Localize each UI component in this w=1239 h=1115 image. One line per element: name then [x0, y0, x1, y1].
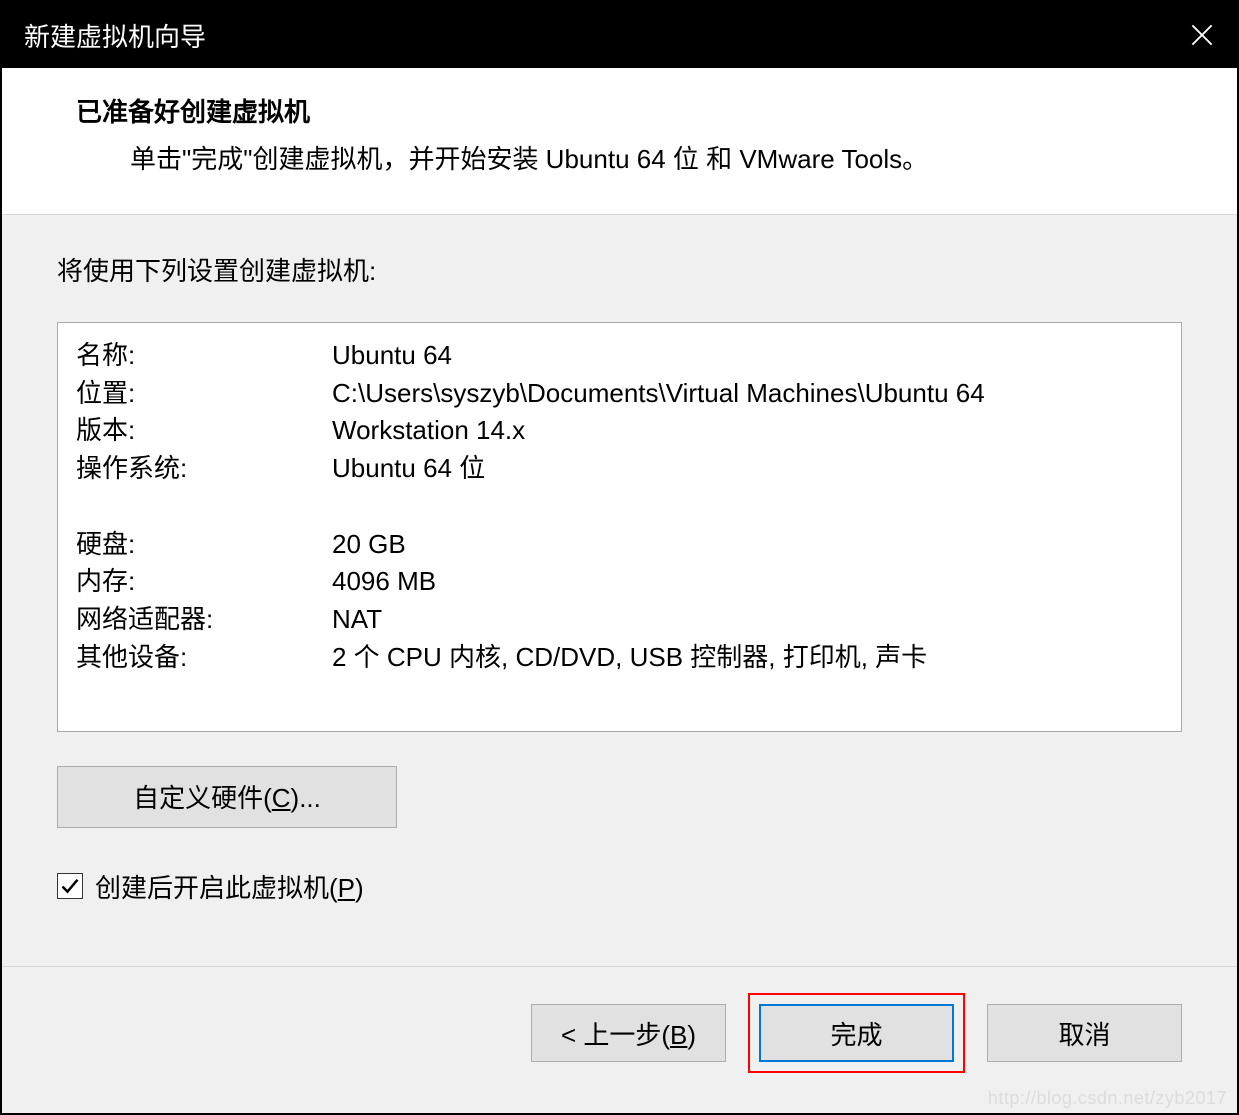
header-section: 已准备好创建虚拟机 单击"完成"创建虚拟机，并开始安装 Ubuntu 64 位 …: [2, 68, 1237, 215]
close-icon: [1191, 24, 1213, 46]
window-title: 新建虚拟机向导: [24, 17, 206, 54]
setting-label: 内存:: [76, 563, 332, 601]
setting-row-os: 操作系统: Ubuntu 64 位: [76, 450, 1163, 488]
setting-row-other: 其他设备: 2 个 CPU 内核, CD/DVD, USB 控制器, 打印机, …: [76, 639, 1163, 677]
button-label-key: B: [670, 1020, 687, 1050]
checkbox-label-prefix: 创建后开启此虚拟机(: [95, 873, 338, 903]
setting-row-location: 位置: C:\Users\syszyb\Documents\Virtual Ma…: [76, 375, 1163, 413]
customize-hardware-button[interactable]: 自定义硬件(C)...: [57, 766, 397, 828]
power-on-checkbox-row: 创建后开启此虚拟机(P): [57, 868, 1182, 905]
settings-summary-box: 名称: Ubuntu 64 位置: C:\Users\syszyb\Docume…: [57, 322, 1182, 732]
setting-row-version: 版本: Workstation 14.x: [76, 412, 1163, 450]
button-label-suffix: )...: [291, 783, 321, 813]
setting-value: Workstation 14.x: [332, 412, 1163, 450]
setting-value: NAT: [332, 601, 1163, 639]
setting-value: 20 GB: [332, 526, 1163, 564]
cancel-button[interactable]: 取消: [987, 1004, 1182, 1062]
content-section: 将使用下列设置创建虚拟机: 名称: Ubuntu 64 位置: C:\Users…: [2, 215, 1237, 966]
button-label-suffix: ): [687, 1020, 696, 1050]
setting-label: 位置:: [76, 375, 332, 413]
setting-label: 硬盘:: [76, 526, 332, 564]
content-intro: 将使用下列设置创建虚拟机:: [57, 251, 1182, 288]
footer-section: < 上一步(B) 完成 取消 http://blog.csdn.net/zyb2…: [2, 966, 1237, 1113]
checkbox-label-key: P: [338, 873, 355, 903]
close-button[interactable]: [1167, 2, 1237, 68]
titlebar: 新建虚拟机向导: [2, 2, 1237, 68]
watermark-text: http://blog.csdn.net/zyb2017: [988, 1088, 1227, 1109]
button-label-prefix: 自定义硬件(: [133, 783, 272, 813]
setting-label: 其他设备:: [76, 639, 332, 677]
setting-label: 名称:: [76, 337, 332, 375]
finish-button[interactable]: 完成: [759, 1004, 954, 1062]
setting-value: 2 个 CPU 内核, CD/DVD, USB 控制器, 打印机, 声卡: [332, 639, 1163, 677]
setting-label: 操作系统:: [76, 450, 332, 488]
setting-row-disk: 硬盘: 20 GB: [76, 526, 1163, 564]
power-on-checkbox[interactable]: [57, 873, 83, 899]
back-button[interactable]: < 上一步(B): [531, 1004, 726, 1062]
setting-row-network: 网络适配器: NAT: [76, 601, 1163, 639]
header-title: 已准备好创建虚拟机: [76, 92, 1237, 129]
finish-button-highlight: 完成: [748, 993, 965, 1073]
setting-row-name: 名称: Ubuntu 64: [76, 337, 1163, 375]
setting-label: 网络适配器:: [76, 601, 332, 639]
power-on-checkbox-label: 创建后开启此虚拟机(P): [95, 868, 364, 905]
header-subtitle: 单击"完成"创建虚拟机，并开始安装 Ubuntu 64 位 和 VMware T…: [76, 139, 1237, 176]
button-label-key: C: [272, 783, 291, 813]
setting-label: 版本:: [76, 412, 332, 450]
setting-value: C:\Users\syszyb\Documents\Virtual Machin…: [332, 375, 1163, 413]
setting-value: Ubuntu 64: [332, 337, 1163, 375]
checkbox-label-suffix: ): [355, 873, 364, 903]
setting-row-spacer: [76, 488, 1163, 526]
setting-value: Ubuntu 64 位: [332, 450, 1163, 488]
checkmark-icon: [60, 876, 80, 896]
button-label-prefix: < 上一步(: [561, 1020, 670, 1050]
wizard-window: 新建虚拟机向导 已准备好创建虚拟机 单击"完成"创建虚拟机，并开始安装 Ubun…: [0, 0, 1239, 1115]
setting-value: 4096 MB: [332, 563, 1163, 601]
setting-row-memory: 内存: 4096 MB: [76, 563, 1163, 601]
